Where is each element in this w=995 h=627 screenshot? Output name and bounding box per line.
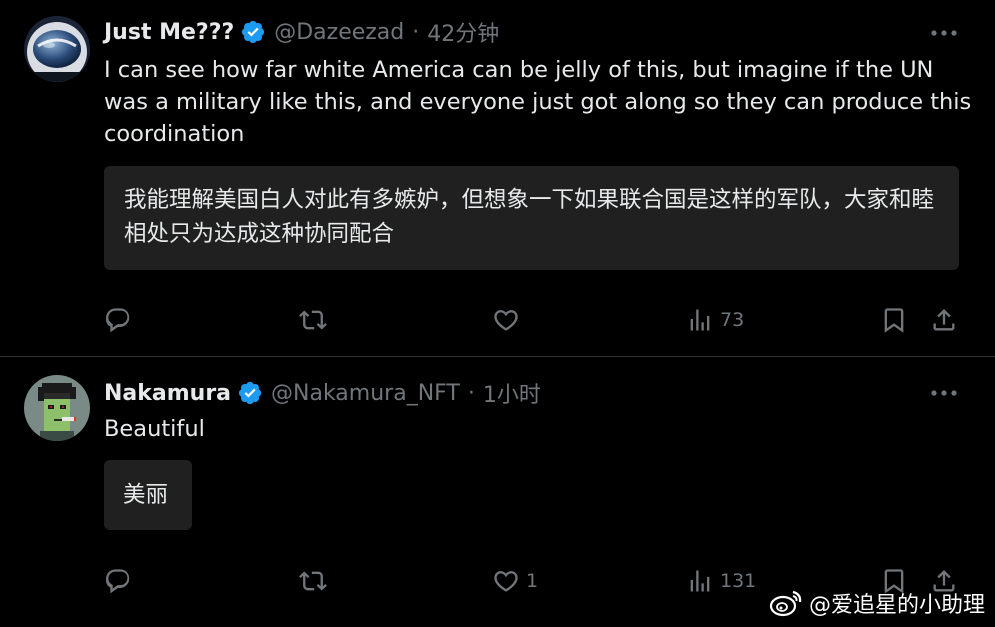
retweet-icon [299,571,327,591]
views-count: 131 [720,570,757,592]
like-button[interactable]: 1 [492,566,538,596]
tweet-text: I can see how far white America can be j… [104,57,972,147]
translation-box: 我能理解美国白人对此有多嫉妒，但想象一下如果联合国是这样的军队，大家和睦相处只为… [104,166,959,270]
verified-badge-icon [237,380,263,406]
avatar[interactable] [24,375,90,441]
watermark-text: @爱追星的小助理 [808,593,985,618]
like-button[interactable] [492,305,526,335]
retweet-icon [299,310,327,330]
retweet-button[interactable] [299,566,333,596]
user-handle[interactable]: @Dazeezad [274,20,404,45]
reply-button[interactable] [104,305,138,335]
tweet-text: Beautiful [104,416,205,442]
reply-icon [106,569,130,594]
reply-icon [106,308,130,333]
more-options-button[interactable] [929,378,959,408]
views-count: 73 [720,309,745,331]
tweet-header: Just Me??? @Dazeezad · 42分钟 [104,16,499,48]
verified-badge-icon [240,19,266,45]
heart-icon [494,310,518,331]
bookmark-button[interactable] [880,305,908,335]
bookmark-icon [884,308,904,333]
avatar-astronaut-image [24,16,90,82]
display-name[interactable]: Just Me??? [104,20,234,45]
tweet[interactable]: Just Me??? @Dazeezad · 42分钟 I can see ho… [0,0,995,357]
tweet-header: Nakamura @Nakamura_NFT · 1小时 [104,377,541,409]
share-button[interactable] [930,305,958,335]
timestamp[interactable]: 1小时 [483,377,541,409]
tweet-actions: 73 [104,305,964,335]
avatar[interactable] [24,16,90,82]
more-options-button[interactable] [929,18,959,48]
translation-box: 美丽 [104,460,192,530]
more-dots-icon [931,390,957,396]
share-icon [933,309,955,331]
separator-dot: · [412,19,420,45]
avatar-pixel-punk-image [24,375,90,441]
reply-button[interactable] [104,566,138,596]
views-chart-icon [690,309,710,331]
weibo-icon [769,590,802,617]
more-dots-icon [931,30,957,36]
separator-dot: · [467,380,475,406]
weibo-watermark: @爱追星的小助理 [769,587,985,619]
timestamp[interactable]: 42分钟 [427,16,499,48]
display-name[interactable]: Nakamura [104,381,231,406]
views-chart-icon [690,570,710,592]
views-button[interactable]: 73 [686,305,744,335]
views-button[interactable]: 131 [686,566,756,596]
user-handle[interactable]: @Nakamura_NFT [271,381,460,406]
heart-icon [494,571,518,592]
like-count: 1 [526,570,539,592]
retweet-button[interactable] [299,305,333,335]
